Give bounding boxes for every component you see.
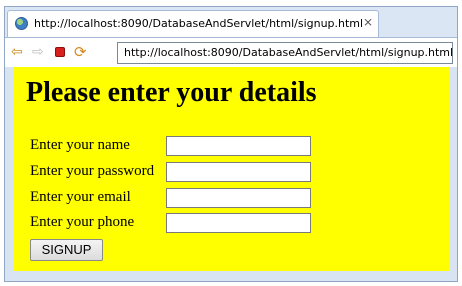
forward-arrow-icon[interactable]: ⇨ (32, 44, 44, 60)
address-bar[interactable]: http://localhost:8090/DatabaseAndServlet… (117, 42, 453, 64)
phone-field[interactable] (166, 213, 311, 233)
tab-bar: http://localhost:8090/DatabaseAndServlet… (5, 7, 457, 37)
page-content: Please enter your details Enter your nam… (14, 67, 450, 271)
browser-toolbar: ⇦ ⇨ ⟳ http://localhost:8090/DatabaseAndS… (5, 37, 457, 67)
password-field[interactable] (166, 162, 311, 182)
stop-icon[interactable] (55, 47, 65, 57)
back-arrow-icon[interactable]: ⇦ (11, 44, 23, 60)
signup-button[interactable]: SIGNUP (30, 239, 103, 261)
browser-tab[interactable]: http://localhost:8090/DatabaseAndServlet… (7, 10, 379, 37)
email-field[interactable] (166, 188, 311, 208)
name-label: Enter your name (30, 137, 130, 153)
close-tab-icon[interactable]: ⨯ (363, 15, 373, 29)
globe-icon (15, 17, 28, 30)
phone-label: Enter your phone (30, 214, 135, 230)
name-field[interactable] (166, 136, 311, 156)
tab-title: http://localhost:8090/DatabaseAndServlet… (34, 17, 364, 30)
password-label: Enter your password (30, 163, 155, 179)
email-label: Enter your email (30, 189, 131, 205)
refresh-icon[interactable]: ⟳ (74, 44, 87, 60)
page-title: Please enter your details (26, 77, 317, 108)
